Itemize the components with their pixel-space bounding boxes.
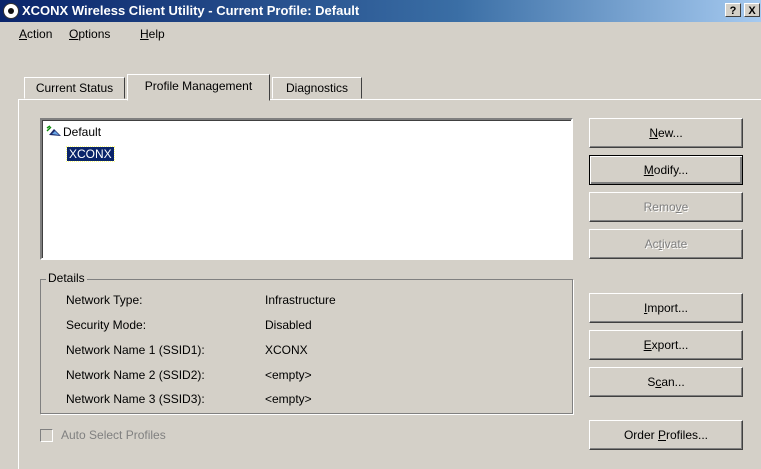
ssid2-value: <empty> bbox=[265, 368, 312, 382]
ssid1-value: XCONX bbox=[265, 343, 308, 357]
details-legend: Details bbox=[46, 271, 87, 285]
profile-list[interactable]: Default XCONX bbox=[40, 118, 573, 260]
scan-button[interactable]: Scan... bbox=[589, 367, 743, 397]
network-type-value: Infrastructure bbox=[265, 293, 336, 307]
modify-button[interactable]: Modify... bbox=[589, 155, 743, 185]
active-profile-icon bbox=[46, 125, 61, 136]
menu-options[interactable]: Options bbox=[66, 25, 113, 43]
remove-button[interactable]: Remove bbox=[589, 192, 743, 222]
new-button[interactable]: New... bbox=[589, 118, 743, 148]
tab-diagnostics[interactable]: Diagnostics bbox=[272, 77, 362, 99]
close-button[interactable]: X bbox=[744, 3, 760, 17]
help-button[interactable]: ? bbox=[725, 3, 741, 17]
ssid1-label: Network Name 1 (SSID1): bbox=[66, 343, 205, 357]
network-type-label: Network Type: bbox=[66, 293, 143, 307]
window-title: XCONX Wireless Client Utility - Current … bbox=[22, 3, 360, 18]
export-button[interactable]: Export... bbox=[589, 330, 743, 360]
order-profiles-button[interactable]: Order Profiles... bbox=[589, 420, 743, 450]
app-icon[interactable] bbox=[3, 3, 19, 19]
menu-bar: Action Options Help bbox=[0, 22, 761, 44]
ssid2-label: Network Name 2 (SSID2): bbox=[66, 368, 205, 382]
security-mode-value: Disabled bbox=[265, 318, 312, 332]
profile-name: Default bbox=[63, 125, 102, 139]
menu-help[interactable]: Help bbox=[137, 25, 168, 43]
import-button[interactable]: Import... bbox=[589, 293, 743, 323]
auto-select-label: Auto Select Profiles bbox=[61, 428, 166, 442]
security-mode-label: Security Mode: bbox=[66, 318, 147, 332]
profile-name: XCONX bbox=[66, 146, 115, 162]
auto-select-checkbox[interactable] bbox=[40, 429, 53, 442]
title-bar: XCONX Wireless Client Utility - Current … bbox=[0, 0, 761, 22]
activate-button[interactable]: Activate bbox=[589, 229, 743, 259]
ssid3-label: Network Name 3 (SSID3): bbox=[66, 392, 205, 406]
menu-action[interactable]: Action bbox=[16, 25, 55, 43]
tab-profile-management[interactable]: Profile Management bbox=[127, 74, 270, 101]
list-item[interactable]: XCONX bbox=[66, 146, 115, 162]
tab-current-status[interactable]: Current Status bbox=[24, 77, 125, 99]
ssid3-value: <empty> bbox=[265, 392, 312, 406]
